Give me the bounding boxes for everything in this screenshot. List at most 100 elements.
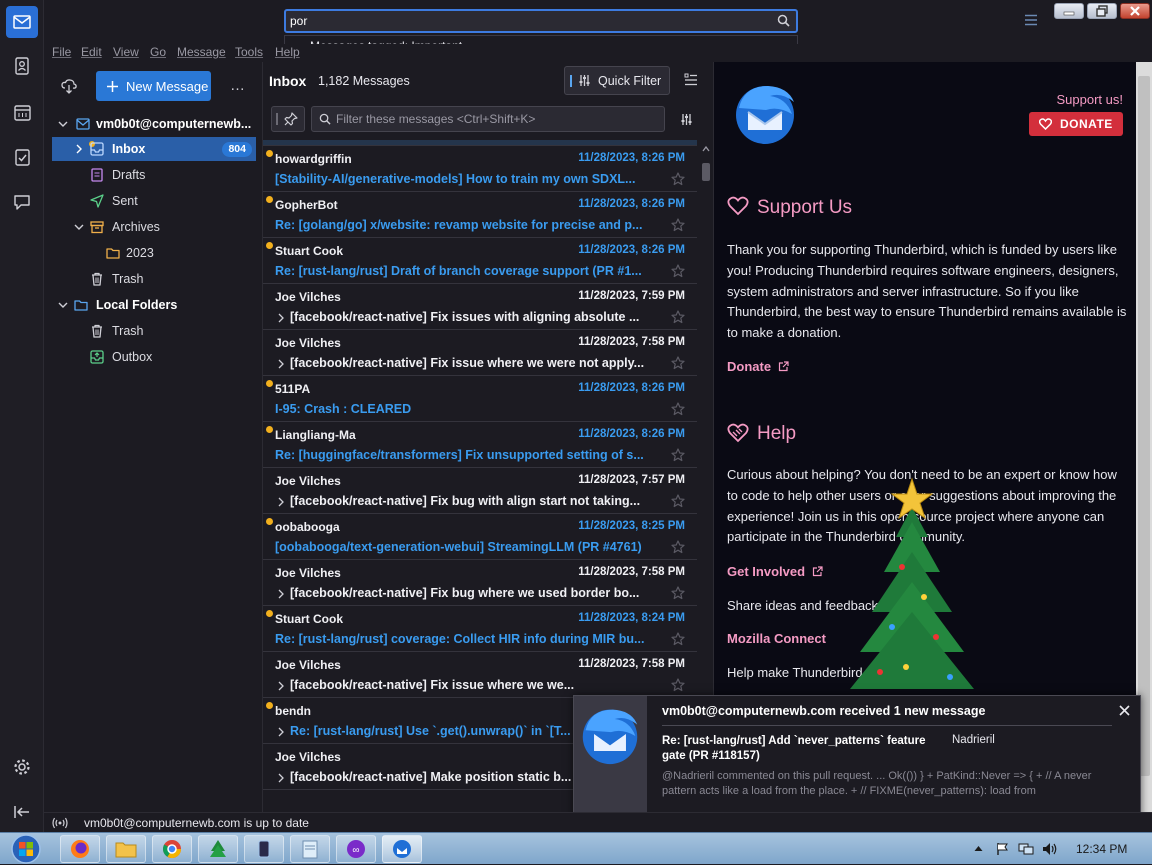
thread-chevron-icon[interactable] xyxy=(277,773,285,783)
collapse-spaces-button[interactable] xyxy=(6,796,38,828)
maximize-button[interactable] xyxy=(1087,3,1117,19)
message-row[interactable]: GopherBot 11/28/2023, 8:26 PM Re: [golang/… xyxy=(263,192,697,238)
message-sender: oobabooga xyxy=(275,520,340,534)
status-bar: vm0b0t@computernewb.com is up to date xyxy=(44,812,1152,832)
search-input[interactable] xyxy=(290,13,760,29)
taskbar-chrome[interactable] xyxy=(152,835,192,863)
star-icon[interactable] xyxy=(671,678,685,692)
new-message-button[interactable]: New Message xyxy=(96,71,211,101)
tasks-button[interactable] xyxy=(6,141,38,173)
message-row[interactable]: oobabooga 11/28/2023, 8:25 PM [oobabooga/t… xyxy=(263,514,697,560)
thread-chevron-icon[interactable] xyxy=(277,359,285,369)
tray-expand-icon[interactable] xyxy=(974,845,983,852)
get-involved-link[interactable]: Get Involved xyxy=(727,564,823,579)
message-row[interactable]: Joe Vilches 11/28/2023, 7:57 PM [facebook/… xyxy=(263,468,697,514)
star-icon[interactable] xyxy=(671,218,685,232)
message-row[interactable]: Stuart Cook 11/28/2023, 8:26 PM Re: [rust-… xyxy=(263,238,697,284)
star-icon[interactable] xyxy=(671,356,685,370)
close-notification-button[interactable] xyxy=(1119,705,1130,716)
star-icon[interactable] xyxy=(671,264,685,278)
list-display-options-icon[interactable] xyxy=(684,73,698,87)
folder-drafts[interactable]: Drafts xyxy=(52,163,256,187)
star-icon[interactable] xyxy=(671,172,685,186)
folder-inbox[interactable]: Inbox 804 xyxy=(52,137,256,161)
donate-button[interactable]: DONATE xyxy=(1029,112,1123,136)
star-icon[interactable] xyxy=(671,310,685,324)
star-icon[interactable] xyxy=(671,448,685,462)
menu-tools[interactable]: Tools xyxy=(235,45,263,59)
menu-view[interactable]: View xyxy=(113,45,139,59)
menu-file[interactable]: File xyxy=(52,45,71,59)
folder-outbox[interactable]: Outbox xyxy=(52,345,256,369)
network-icon[interactable] xyxy=(1018,842,1034,856)
mail-space-button[interactable] xyxy=(6,6,38,38)
message-row[interactable]: howardgriffin 11/28/2023, 8:26 PM [Stabili… xyxy=(263,146,697,192)
thread-chevron-icon[interactable] xyxy=(277,313,285,323)
thread-chevron-icon[interactable] xyxy=(277,497,285,507)
local-folders-row[interactable]: Local Folders xyxy=(52,293,256,317)
chat-button[interactable] xyxy=(6,186,38,218)
new-mail-notification[interactable]: vm0b0t@computernewb.com received 1 new m… xyxy=(573,695,1141,823)
filter-messages-box[interactable] xyxy=(311,106,665,132)
account-row[interactable]: vm0b0t@computernewb... xyxy=(52,112,256,136)
firefox-icon xyxy=(71,840,89,858)
close-window-button[interactable] xyxy=(1120,3,1150,19)
taskbar-app-5[interactable] xyxy=(244,835,284,863)
get-messages-icon[interactable] xyxy=(61,78,77,94)
message-row[interactable]: Joe Vilches 11/28/2023, 7:58 PM [facebook/… xyxy=(263,330,697,376)
taskbar-firefox[interactable] xyxy=(60,835,100,863)
menu-go[interactable]: Go xyxy=(150,45,166,59)
taskbar-app-7[interactable]: ∞ xyxy=(336,835,376,863)
taskbar-notepad[interactable] xyxy=(290,835,330,863)
folder-archives[interactable]: Archives xyxy=(52,215,256,239)
star-icon[interactable] xyxy=(671,540,685,554)
search-icon[interactable] xyxy=(777,14,790,27)
address-book-button[interactable] xyxy=(6,50,38,82)
global-search-box[interactable] xyxy=(284,9,798,33)
folder-label: Archives xyxy=(112,220,160,234)
message-row[interactable]: Joe Vilches 11/28/2023, 7:58 PM [facebook/… xyxy=(263,652,697,698)
folder-2023[interactable]: 2023 xyxy=(52,241,256,265)
quick-filter-button[interactable]: Quick Filter xyxy=(564,66,670,95)
mozilla-connect-link[interactable]: Mozilla Connect xyxy=(727,631,826,646)
action-center-flag-icon[interactable] xyxy=(996,842,1010,856)
folder-trash[interactable]: Trash xyxy=(52,267,256,291)
app-menu-icon[interactable] xyxy=(1024,14,1038,26)
menu-edit[interactable]: Edit xyxy=(81,45,102,59)
folder-pane-menu-button[interactable]: … xyxy=(230,77,245,94)
message-row[interactable]: Joe Vilches 11/28/2023, 7:59 PM [facebook/… xyxy=(263,284,697,330)
message-row[interactable]: Stuart Cook 11/28/2023, 8:24 PM Re: [rust-… xyxy=(263,606,697,652)
thread-chevron-icon[interactable] xyxy=(277,681,285,691)
message-sender: Joe Vilches xyxy=(275,566,341,580)
message-row[interactable]: Liangliang-Ma 11/28/2023, 8:26 PM Re: [hug… xyxy=(263,422,697,468)
folder-sent[interactable]: Sent xyxy=(52,189,256,213)
star-icon[interactable] xyxy=(671,494,685,508)
scroll-thumb[interactable] xyxy=(702,163,710,181)
thread-chevron-icon[interactable] xyxy=(277,589,285,599)
donate-link[interactable]: Donate xyxy=(727,359,789,374)
folder-pane: New Message … vm0b0t@computernewb... Inb… xyxy=(44,62,260,812)
thread-chevron-icon[interactable] xyxy=(277,727,285,737)
star-icon[interactable] xyxy=(671,586,685,600)
star-icon[interactable] xyxy=(671,632,685,646)
star-icon[interactable] xyxy=(671,402,685,416)
sticky-filter-button[interactable] xyxy=(271,106,305,132)
filter-options-icon[interactable] xyxy=(680,113,693,126)
taskbar-clock[interactable]: 12:34 PM xyxy=(1076,842,1127,856)
menu-help[interactable]: Help xyxy=(275,45,300,59)
menu-message[interactable]: Message xyxy=(177,45,226,59)
online-status-icon[interactable] xyxy=(52,817,68,829)
volume-icon[interactable] xyxy=(1042,842,1058,856)
minimize-button[interactable] xyxy=(1054,3,1084,19)
taskbar-tree-app[interactable] xyxy=(198,835,238,863)
message-row[interactable]: 511PA 11/28/2023, 8:26 PM I-95: Crash : CL… xyxy=(263,376,697,422)
calendar-button[interactable] xyxy=(6,96,38,128)
settings-button[interactable] xyxy=(6,751,38,783)
taskbar-thunderbird[interactable] xyxy=(382,835,422,863)
taskbar-explorer[interactable] xyxy=(106,835,146,863)
folder-local-trash[interactable]: Trash xyxy=(52,319,256,343)
message-pane-scroll-thumb[interactable] xyxy=(1138,76,1150,776)
filter-input[interactable] xyxy=(336,111,656,127)
message-row[interactable]: Joe Vilches 11/28/2023, 7:58 PM [facebook/… xyxy=(263,560,697,606)
start-button[interactable] xyxy=(6,833,46,865)
